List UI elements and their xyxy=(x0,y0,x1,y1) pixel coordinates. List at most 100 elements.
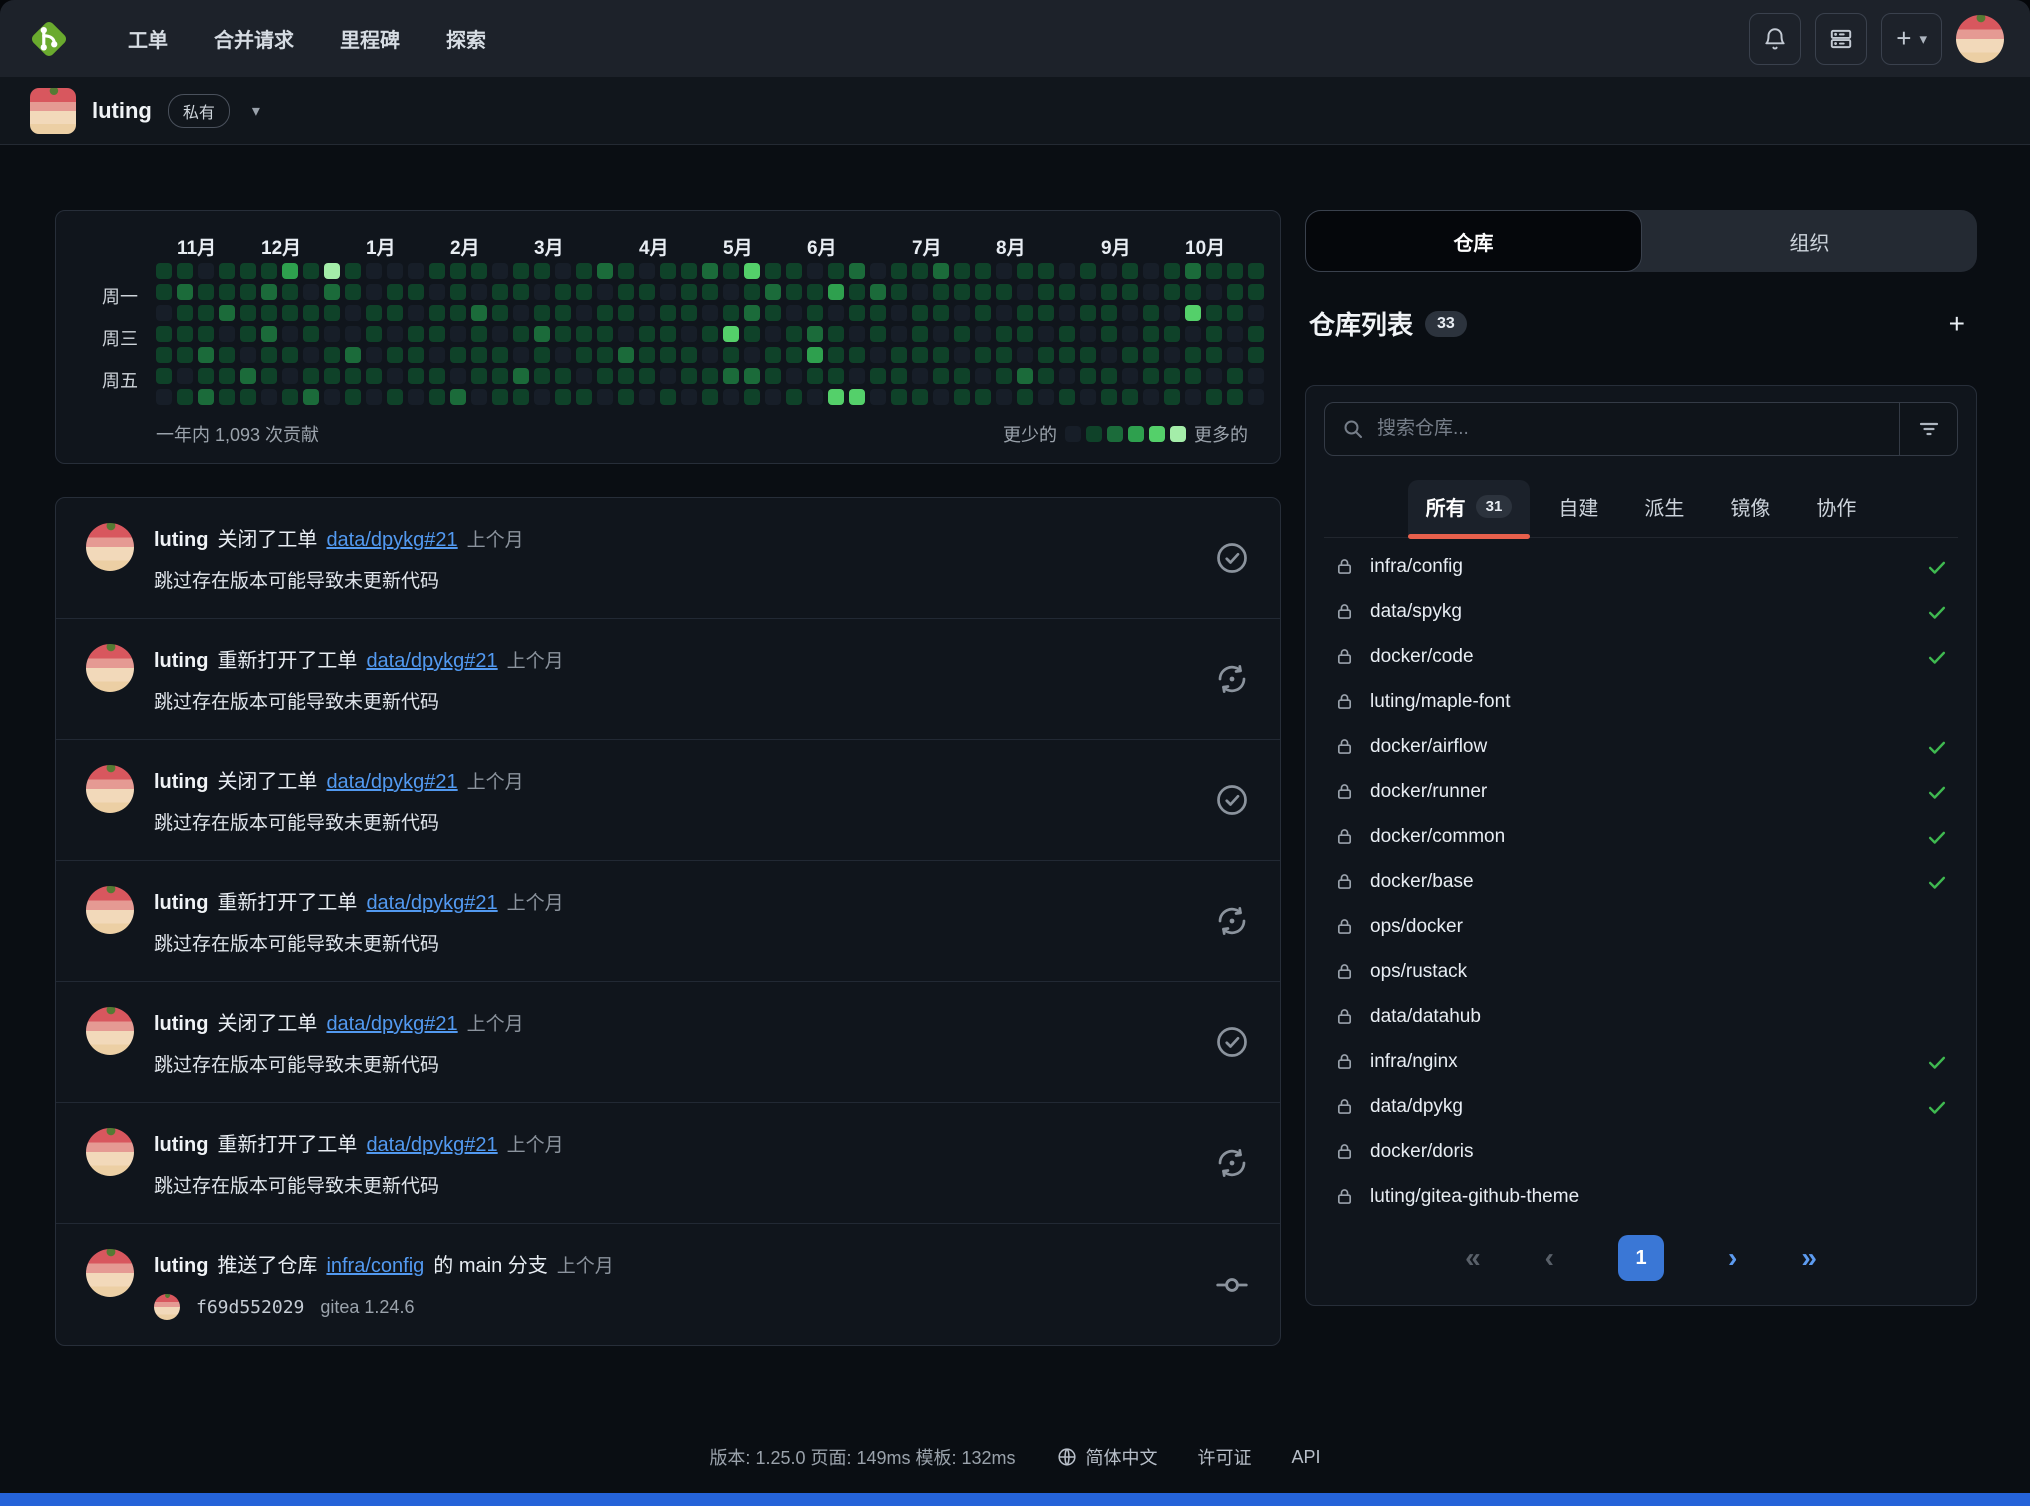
heatmap-cell xyxy=(870,305,886,321)
heatmap-cell xyxy=(198,347,214,363)
notifications-button[interactable] xyxy=(1749,13,1801,65)
repo-row[interactable]: luting/maple-font xyxy=(1324,679,1958,724)
feed-user-link[interactable]: luting xyxy=(154,1134,208,1157)
repo-name: docker/runner xyxy=(1370,781,1487,803)
repo-search-input[interactable] xyxy=(1377,418,1883,440)
commit-author-avatar[interactable] xyxy=(154,1294,180,1320)
feed-item: luting关闭了工单data/dpykg#21上个月跳过存在版本可能导致未更新… xyxy=(56,982,1280,1103)
commit-hash-link[interactable]: f69d552029 xyxy=(196,1297,304,1318)
feed-item-avatar[interactable] xyxy=(86,644,134,692)
heatmap-cell xyxy=(1185,347,1201,363)
tab-organizations[interactable]: 组织 xyxy=(1642,210,1977,272)
repo-filter-tab[interactable]: 镜像 xyxy=(1712,480,1788,537)
repo-row[interactable]: data/dpykg xyxy=(1324,1084,1958,1129)
repo-row[interactable]: docker/code xyxy=(1324,634,1958,679)
legend-square xyxy=(1170,426,1186,442)
heatmap-cell xyxy=(219,389,235,405)
user-avatar[interactable] xyxy=(1956,15,2004,63)
feed-user-link[interactable]: luting xyxy=(154,1013,208,1036)
heatmap-cell xyxy=(576,389,592,405)
repo-filter-tab[interactable]: 协作 xyxy=(1798,480,1874,537)
profile-avatar[interactable] xyxy=(30,88,76,134)
tab-repositories[interactable]: 仓库 xyxy=(1305,210,1642,272)
profile-dropdown-caret[interactable]: ▾ xyxy=(246,95,266,127)
feed-user-link[interactable]: luting xyxy=(154,1255,208,1278)
admin-panel-button[interactable] xyxy=(1815,13,1867,65)
feed-target-link[interactable]: data/dpykg#21 xyxy=(366,1134,497,1157)
feed-action-text: 关闭了工单 xyxy=(217,1007,317,1036)
feed-target-link[interactable]: data/dpykg#21 xyxy=(366,650,497,673)
repo-filter-tab[interactable]: 派生 xyxy=(1626,480,1702,537)
footer-license-link[interactable]: 许可证 xyxy=(1198,1444,1252,1470)
feed-user-link[interactable]: luting xyxy=(154,529,208,552)
repo-row[interactable]: infra/nginx xyxy=(1324,1039,1958,1084)
heatmap-cell xyxy=(576,347,592,363)
repo-row[interactable]: docker/common xyxy=(1324,814,1958,859)
feed-user-link[interactable]: luting xyxy=(154,771,208,794)
heatmap-month-label: 3月 xyxy=(534,233,564,260)
heatmap-cell xyxy=(576,284,592,300)
feed-target-link[interactable]: infra/config xyxy=(326,1255,424,1278)
heatmap-cell xyxy=(954,263,970,279)
feed-user-link[interactable]: luting xyxy=(154,892,208,915)
feed-target-link[interactable]: data/dpykg#21 xyxy=(326,529,457,552)
heatmap-cell xyxy=(1143,326,1159,342)
heatmap-cell xyxy=(1122,347,1138,363)
feed-item-title: luting关闭了工单data/dpykg#21上个月 xyxy=(154,1007,1194,1036)
heatmap-month-label: 9月 xyxy=(1101,233,1131,260)
pagination-next[interactable]: › xyxy=(1728,1242,1737,1274)
repo-row[interactable]: data/spykg xyxy=(1324,589,1958,634)
heatmap-cell xyxy=(492,305,508,321)
heatmap-cell xyxy=(1101,368,1117,384)
nav-link-pull-requests[interactable]: 合并请求 xyxy=(198,14,310,63)
footer-api-link[interactable]: API xyxy=(1292,1447,1321,1468)
footer-language-link[interactable]: 简体中文 xyxy=(1056,1444,1158,1470)
heatmap-cell xyxy=(912,326,928,342)
repo-filter-tab[interactable]: 所有31 xyxy=(1408,480,1531,537)
feed-target-link[interactable]: data/dpykg#21 xyxy=(366,892,497,915)
repo-filter-tab[interactable]: 自建 xyxy=(1540,480,1616,537)
nav-link-explore[interactable]: 探索 xyxy=(430,14,502,63)
repo-row[interactable]: docker/runner xyxy=(1324,769,1958,814)
heatmap-cell xyxy=(534,263,550,279)
lock-icon xyxy=(1334,961,1355,982)
feed-target-link[interactable]: data/dpykg#21 xyxy=(326,1013,457,1036)
feed-user-link[interactable]: luting xyxy=(154,650,208,673)
repo-filter-button[interactable] xyxy=(1899,403,1957,455)
heatmap-cell xyxy=(303,347,319,363)
heatmap-cell xyxy=(1059,326,1075,342)
feed-item-title: luting推送了仓库infra/config的 main 分支上个月 xyxy=(154,1249,1194,1278)
feed-item-avatar[interactable] xyxy=(86,1128,134,1176)
pagination: « ‹ 1 › » xyxy=(1324,1235,1958,1281)
feed-item-subtitle: 跳过存在版本可能导致未更新代码 xyxy=(154,687,1194,714)
heatmap-cell xyxy=(324,284,340,300)
feed-target-link[interactable]: data/dpykg#21 xyxy=(326,771,457,794)
repo-row[interactable]: data/datahub xyxy=(1324,994,1958,1039)
add-repo-button[interactable]: + xyxy=(1941,308,1973,340)
nav-link-issues[interactable]: 工单 xyxy=(112,14,184,63)
heatmap-cell xyxy=(786,284,802,300)
repo-row[interactable]: infra/config xyxy=(1324,544,1958,589)
repo-row[interactable]: docker/airflow xyxy=(1324,724,1958,769)
repo-row[interactable]: ops/docker xyxy=(1324,904,1958,949)
feed-item-avatar[interactable] xyxy=(86,765,134,813)
create-new-button[interactable]: + ▾ xyxy=(1881,13,1942,65)
profile-username[interactable]: luting xyxy=(92,98,152,124)
feed-timestamp: 上个月 xyxy=(557,1251,614,1278)
gitea-logo-icon[interactable] xyxy=(26,16,72,62)
heatmap-cell xyxy=(954,368,970,384)
nav-link-milestones[interactable]: 里程碑 xyxy=(324,14,416,63)
repo-row[interactable]: docker/base xyxy=(1324,859,1958,904)
repo-row[interactable]: docker/doris xyxy=(1324,1129,1958,1174)
feed-item-avatar[interactable] xyxy=(86,1249,134,1297)
pagination-page-1[interactable]: 1 xyxy=(1618,1235,1664,1281)
pagination-last[interactable]: » xyxy=(1801,1242,1817,1274)
heatmap-cell xyxy=(1080,305,1096,321)
heatmap-cell xyxy=(954,305,970,321)
feed-item-avatar[interactable] xyxy=(86,886,134,934)
feed-item-avatar[interactable] xyxy=(86,1007,134,1055)
repo-row[interactable]: ops/rustack xyxy=(1324,949,1958,994)
repo-row[interactable]: luting/gitea-github-theme xyxy=(1324,1174,1958,1219)
heatmap-cell xyxy=(261,389,277,405)
feed-item-avatar[interactable] xyxy=(86,523,134,571)
